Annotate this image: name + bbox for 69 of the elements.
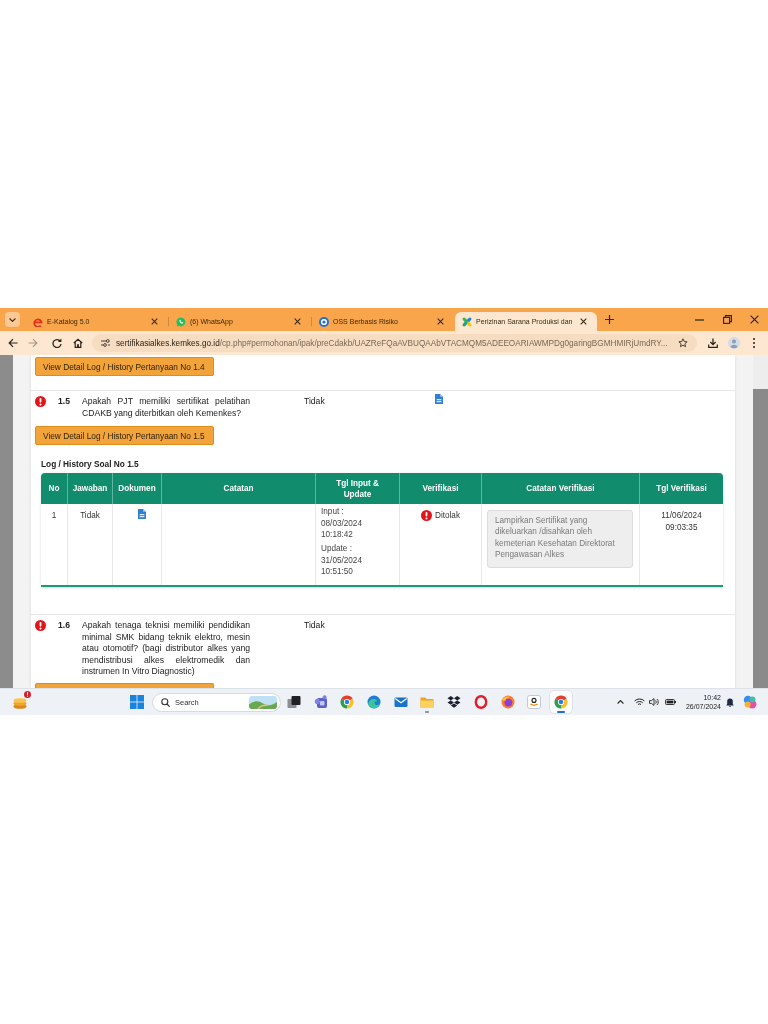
- sliders-icon[interactable]: [101, 339, 110, 347]
- search-icon: [161, 697, 170, 707]
- folder-icon: [420, 695, 435, 709]
- target-icon: [319, 316, 329, 327]
- wifi-icon[interactable]: [633, 698, 645, 706]
- chat-bubble-icon: [176, 316, 186, 327]
- question-text: Apakah tenaga teknisi memiliki pendidikan minimal SMK bidang teknik elektro, mesin atau otomotif? (bagi distributor alkes yang mendistribusi alkes elektromedik dan instrumen In Vitro Diagnostic): [82, 620, 250, 678]
- star-icon[interactable]: [678, 338, 688, 348]
- back-arrow-icon[interactable]: [8, 338, 18, 348]
- ring-icon: [473, 695, 488, 709]
- diamonds-icon: [447, 695, 462, 709]
- overlapping-windows-icon: [287, 695, 301, 709]
- minimize-icon[interactable]: [695, 318, 704, 321]
- verification-note-field: Lampirkan Sertifikat yang dikeluarkan /disahkan oleh kemeterian Kesehatan Direktorat Pengawasan Alkes: [487, 510, 633, 568]
- address-field[interactable]: sertifikasialkes.kemkes.go.id/cp.php#permohonan/ipak/preCdakb/UAZReFQaAVBUQAAbVTACMQM5ADEEOARIAWMPDg0garingBGMHMIRjUmdRY...: [92, 334, 697, 352]
- pinwheel-icon: [462, 316, 472, 327]
- question-number: 1.5: [58, 396, 70, 406]
- speaker-icon[interactable]: [648, 698, 659, 706]
- overlapping-circles-icon[interactable]: [743, 695, 757, 709]
- question-number: 1.6: [58, 620, 70, 630]
- close-icon[interactable]: [151, 318, 158, 325]
- close-icon[interactable]: [580, 318, 587, 325]
- column-header: No: [41, 473, 68, 504]
- bell-icon[interactable]: [726, 697, 734, 707]
- disc-in-ring-icon: [500, 695, 515, 709]
- answer-text: Tidak: [304, 620, 325, 630]
- url-text: sertifikasialkes.kemkes.go.id/cp.php#permohonan/ipak/preCdakb/UAZReFQaAVBUQAAbVTACMQM5ADEEOARIAWMPDg0garingBGMHMIRjUmdRY...: [116, 338, 668, 348]
- tab-search-button[interactable]: [5, 312, 20, 327]
- plus-icon[interactable]: [605, 315, 614, 324]
- column-header: Tgl Verifikasi: [640, 473, 723, 504]
- segmented-circle-icon: [340, 695, 355, 709]
- alert-badge-icon: [24, 691, 31, 698]
- history-button[interactable]: View Detail Log / History Pertanyaan No 1.4: [35, 357, 214, 376]
- smile-tile-icon: [527, 695, 542, 709]
- restore-icon[interactable]: [723, 315, 732, 324]
- column-header: Catatan: [162, 473, 316, 504]
- table-cell: 1: [41, 504, 68, 585]
- envelope-icon: [393, 695, 408, 709]
- question-text: Apakah PJT memiliki sertifikat pelatihan CDAKB yang diterbitkan oleh Kemenkes?: [82, 396, 250, 419]
- table-cell: Tidak: [68, 504, 113, 585]
- table-cell-text: 11/06/2024 09:03:35: [660, 510, 703, 534]
- home-icon[interactable]: [73, 338, 83, 348]
- answer-text: Tidak: [304, 396, 325, 406]
- column-header: Catatan Verifikasi: [482, 473, 640, 504]
- landscape-icon: [249, 695, 277, 709]
- status-label: Ditolak: [435, 510, 460, 521]
- column-header: Tgl Input & Update: [316, 473, 400, 504]
- column-header: Verifikasi: [400, 473, 482, 504]
- history-button[interactable]: View Detail Log / History Pertanyaan No 1.5: [35, 426, 214, 445]
- log-title: Log / History Soal No 1.5: [41, 459, 139, 469]
- e-logo-icon: [33, 316, 43, 327]
- column-header: Dokumen: [113, 473, 162, 504]
- segmented-circle-icon: [553, 695, 568, 709]
- reload-icon[interactable]: [52, 338, 62, 348]
- people-tile-icon: [313, 695, 328, 709]
- wave-circle-icon: [367, 695, 382, 709]
- battery-icon[interactable]: [664, 699, 676, 705]
- document-icon[interactable]: [435, 394, 443, 404]
- chevron-up-icon[interactable]: [616, 700, 624, 704]
- close-icon[interactable]: [294, 318, 301, 325]
- column-header: Jawaban: [68, 473, 113, 504]
- download-icon[interactable]: [708, 338, 718, 348]
- document-icon[interactable]: [138, 509, 146, 519]
- chevron-down-icon: [9, 317, 16, 322]
- coin-stack-icon[interactable]: [12, 695, 28, 709]
- update-timestamp: Update : 31/05/2024 10:51:50: [321, 543, 362, 578]
- close-icon[interactable]: [437, 318, 444, 325]
- close-icon[interactable]: [750, 315, 759, 324]
- input-timestamp: Input : 08/03/2024 10:18:42: [321, 506, 362, 541]
